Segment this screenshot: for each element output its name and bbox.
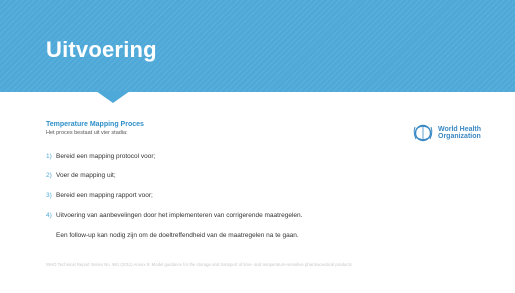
list-item-number: 3) [46, 192, 52, 199]
slide-header-banner: Uitvoering [0, 0, 515, 92]
section-title: Temperature Mapping Proces [46, 121, 144, 128]
list-item-text: Bereid een mapping rapport voor; [56, 192, 153, 199]
list-item-number: 4) [46, 212, 52, 219]
footer-reference: WHO Technical Report Series No. 961 (201… [46, 262, 352, 267]
followup-note: Een follow-up kan nodig zijn om de doelt… [56, 232, 299, 239]
list-item-text: Bereid een mapping protocol voor; [56, 153, 156, 160]
who-logo-line-1: World Health [438, 125, 482, 133]
section-subtitle: Het proces bestaat uit vier stadia: [46, 130, 128, 136]
list-item-number: 2) [46, 172, 52, 179]
list-item-number: 1) [46, 153, 52, 160]
header-notch-arrow [96, 91, 130, 103]
list-item-text: Uitvoering van aanbevelingen door het im… [56, 212, 303, 219]
list-item: 2) Voer de mapping uit; [46, 172, 116, 179]
slide: Uitvoering Temperature Mapping Proces He… [0, 0, 515, 293]
list-item: 1) Bereid een mapping protocol voor; [46, 153, 155, 160]
who-logo: World Health Organization [412, 122, 492, 144]
list-item: 4) Uitvoering van aanbevelingen door het … [46, 212, 302, 219]
list-item-text: Voer de mapping uit; [56, 172, 116, 179]
who-logo-text: World Health Organization [438, 126, 481, 141]
slide-title: Uitvoering [46, 37, 157, 62]
who-logo-line-2: Organization [438, 133, 481, 140]
who-emblem-icon [413, 124, 433, 142]
list-item: 3) Bereid een mapping rapport voor; [46, 192, 153, 199]
